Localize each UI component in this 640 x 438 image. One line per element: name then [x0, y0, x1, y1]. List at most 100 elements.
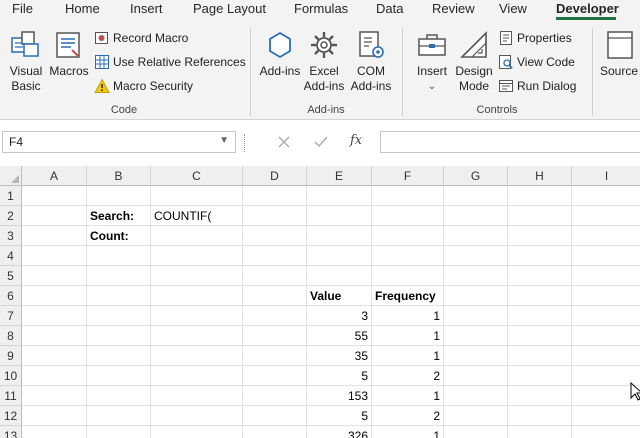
visual-basic-button[interactable]: Visual Basic: [4, 28, 48, 94]
cell-h4[interactable]: [508, 246, 572, 266]
cell-a2[interactable]: [22, 206, 87, 226]
cell-a5[interactable]: [22, 266, 87, 286]
properties-button[interactable]: Properties: [498, 28, 572, 48]
tab-developer[interactable]: Developer: [556, 1, 619, 16]
cell-h8[interactable]: [508, 326, 572, 346]
row-header-3[interactable]: 3: [0, 226, 22, 246]
select-all-corner[interactable]: [0, 166, 22, 186]
cell-i13[interactable]: [572, 426, 640, 438]
cell-e2[interactable]: [307, 206, 372, 226]
cell-h6[interactable]: [508, 286, 572, 306]
cell-d3[interactable]: [243, 226, 307, 246]
row-header-7[interactable]: 7: [0, 306, 22, 326]
cell-b4[interactable]: [87, 246, 151, 266]
row-header-9[interactable]: 9: [0, 346, 22, 366]
cell-f1[interactable]: [372, 186, 444, 206]
cell-b1[interactable]: [87, 186, 151, 206]
cell-i1[interactable]: [572, 186, 640, 206]
row-header-8[interactable]: 8: [0, 326, 22, 346]
cell-f11[interactable]: 1: [372, 386, 444, 406]
cell-b8[interactable]: [87, 326, 151, 346]
cell-d7[interactable]: [243, 306, 307, 326]
cell-c4[interactable]: [151, 246, 243, 266]
cell-c9[interactable]: [151, 346, 243, 366]
row-header-12[interactable]: 12: [0, 406, 22, 426]
column-header-g[interactable]: G: [444, 166, 508, 186]
cell-h7[interactable]: [508, 306, 572, 326]
cell-h12[interactable]: [508, 406, 572, 426]
cell-f12[interactable]: 2: [372, 406, 444, 426]
row-header-2[interactable]: 2: [0, 206, 22, 226]
check-icon[interactable]: [314, 136, 328, 148]
cell-g3[interactable]: [444, 226, 508, 246]
cell-i7[interactable]: [572, 306, 640, 326]
cell-c6[interactable]: [151, 286, 243, 306]
cell-c11[interactable]: [151, 386, 243, 406]
tab-review[interactable]: Review: [432, 1, 475, 16]
cell-i8[interactable]: [572, 326, 640, 346]
cell-c12[interactable]: [151, 406, 243, 426]
cell-f9[interactable]: 1: [372, 346, 444, 366]
cell-g8[interactable]: [444, 326, 508, 346]
cell-g9[interactable]: [444, 346, 508, 366]
insert-control-button[interactable]: Insert ⌄: [412, 28, 452, 94]
macros-button[interactable]: Macros: [48, 28, 90, 79]
cell-d11[interactable]: [243, 386, 307, 406]
cell-f8[interactable]: 1: [372, 326, 444, 346]
tab-insert[interactable]: Insert: [130, 1, 163, 16]
cell-g10[interactable]: [444, 366, 508, 386]
excel-add-ins-button[interactable]: Excel Add-ins: [300, 28, 348, 94]
cell-e4[interactable]: [307, 246, 372, 266]
cell-i9[interactable]: [572, 346, 640, 366]
cell-c1[interactable]: [151, 186, 243, 206]
com-add-ins-button[interactable]: COM Add-ins: [348, 28, 394, 94]
name-box-dropdown-icon[interactable]: ▼: [219, 135, 229, 146]
tab-home[interactable]: Home: [65, 1, 100, 16]
cell-h1[interactable]: [508, 186, 572, 206]
cell-i6[interactable]: [572, 286, 640, 306]
cell-f4[interactable]: [372, 246, 444, 266]
cell-e11[interactable]: 153: [307, 386, 372, 406]
cell-b2[interactable]: Search:: [87, 206, 151, 226]
cell-i12[interactable]: [572, 406, 640, 426]
cell-a4[interactable]: [22, 246, 87, 266]
view-code-button[interactable]: View Code: [498, 52, 575, 72]
row-header-5[interactable]: 5: [0, 266, 22, 286]
cell-b9[interactable]: [87, 346, 151, 366]
row-header-6[interactable]: 6: [0, 286, 22, 306]
cell-a10[interactable]: [22, 366, 87, 386]
cell-d6[interactable]: [243, 286, 307, 306]
cell-g11[interactable]: [444, 386, 508, 406]
cell-h10[interactable]: [508, 366, 572, 386]
cell-a6[interactable]: [22, 286, 87, 306]
cell-e3[interactable]: [307, 226, 372, 246]
cell-d4[interactable]: [243, 246, 307, 266]
record-macro-button[interactable]: Record Macro: [94, 28, 188, 48]
cell-a7[interactable]: [22, 306, 87, 326]
cell-e10[interactable]: 5: [307, 366, 372, 386]
tab-formulas[interactable]: Formulas: [294, 1, 348, 16]
row-header-11[interactable]: 11: [0, 386, 22, 406]
name-box[interactable]: F4 ▼: [2, 131, 236, 153]
row-header-10[interactable]: 10: [0, 366, 22, 386]
tab-file[interactable]: File: [12, 1, 33, 16]
cell-b7[interactable]: [87, 306, 151, 326]
cell-d12[interactable]: [243, 406, 307, 426]
formula-input[interactable]: [380, 131, 640, 153]
cell-i4[interactable]: [572, 246, 640, 266]
cell-g4[interactable]: [444, 246, 508, 266]
cell-e1[interactable]: [307, 186, 372, 206]
cell-h3[interactable]: [508, 226, 572, 246]
xml-source-button[interactable]: Source: [598, 28, 640, 79]
cell-e13[interactable]: 326: [307, 426, 372, 438]
cell-f10[interactable]: 2: [372, 366, 444, 386]
cell-a3[interactable]: [22, 226, 87, 246]
cell-e9[interactable]: 35: [307, 346, 372, 366]
cell-c10[interactable]: [151, 366, 243, 386]
cell-a13[interactable]: [22, 426, 87, 438]
worksheet-grid[interactable]: A B C D E F G H I 1 2 Search: COUNTIF(3 Count: 4 5 6 Valu…: [0, 166, 640, 438]
cell-d10[interactable]: [243, 366, 307, 386]
cell-i5[interactable]: [572, 266, 640, 286]
cell-g13[interactable]: [444, 426, 508, 438]
cell-g6[interactable]: [444, 286, 508, 306]
